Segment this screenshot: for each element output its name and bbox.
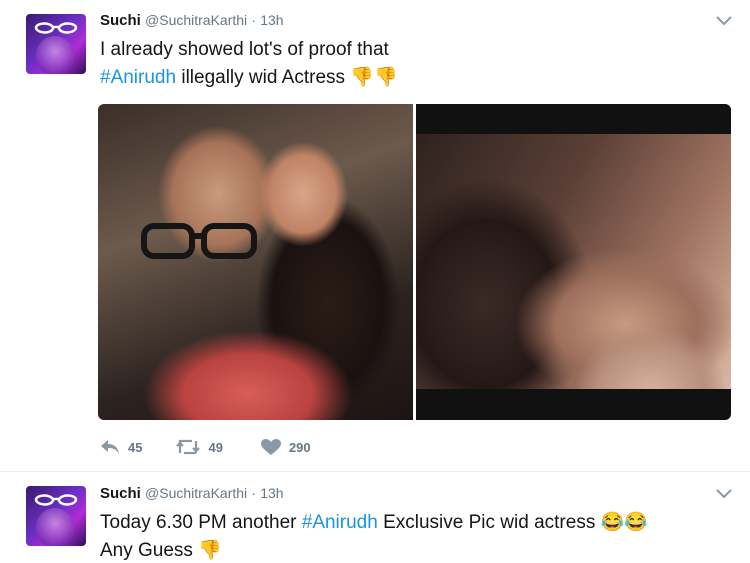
tweet-line-1-start: Today 6.30 PM another xyxy=(100,512,302,534)
tweet-line-2: Any Guess 👎 xyxy=(100,537,648,563)
laughing-emoji: 😂😂 xyxy=(600,512,648,533)
tweet-line-1: Today 6.30 PM another #Anirudh Exclusive… xyxy=(100,509,648,537)
timestamp[interactable]: 13h xyxy=(260,485,283,501)
avatar-face xyxy=(36,36,74,74)
user-handle[interactable]: @SuchitraKarthi xyxy=(145,12,247,28)
hashtag-link[interactable]: #Anirudh xyxy=(302,512,378,533)
tweet-header: Suchi @SuchitraKarthi · 13h xyxy=(100,12,284,32)
reply-icon xyxy=(101,440,119,454)
tweet[interactable]: Suchi @SuchitraKarthi · 13h I already sh… xyxy=(0,0,750,472)
heart-icon xyxy=(260,438,281,455)
retweet-count: 49 xyxy=(208,439,223,455)
timestamp[interactable]: 13h xyxy=(260,12,283,28)
separator: · xyxy=(251,485,257,501)
reply-button[interactable]: 45 xyxy=(100,439,142,455)
tweet-actions: 45 49 290 xyxy=(100,437,345,457)
thumbs-down-emoji: 👎👎 xyxy=(350,67,398,88)
chevron-down-icon[interactable] xyxy=(716,489,732,499)
like-button[interactable]: 290 xyxy=(260,438,311,456)
media-grid xyxy=(98,104,731,420)
retweet-button[interactable]: 49 xyxy=(176,439,223,455)
glasses-icon xyxy=(34,22,78,34)
hashtag-link[interactable]: #Anirudh xyxy=(100,67,176,88)
separator: · xyxy=(251,12,257,28)
tweet-line-1-rest: Exclusive Pic wid actress xyxy=(377,512,601,534)
display-name[interactable]: Suchi xyxy=(100,485,141,502)
tweet[interactable]: Suchi @SuchitraKarthi · 13h Today 6.30 P… xyxy=(0,473,750,563)
reply-count: 45 xyxy=(128,439,143,455)
tweet-line-2: #Anirudh illegally wid Actress 👎👎 xyxy=(100,64,398,92)
tweet-text: I already showed lot's of proof that #An… xyxy=(100,36,398,92)
avatar-face xyxy=(36,508,74,546)
avatar[interactable] xyxy=(26,486,86,546)
tweet-line-1: I already showed lot's of proof that xyxy=(100,39,389,60)
user-handle[interactable]: @SuchitraKarthi xyxy=(145,485,247,501)
photo-glasses-shape xyxy=(141,223,257,259)
tweet-line-2-text: illegally wid Actress xyxy=(176,67,346,89)
thumbs-down-emoji: 👎 xyxy=(198,540,222,562)
tweet-text: Today 6.30 PM another #Anirudh Exclusive… xyxy=(100,509,648,563)
display-name[interactable]: Suchi xyxy=(100,12,141,29)
like-count: 290 xyxy=(288,439,311,455)
glasses-icon xyxy=(34,494,78,506)
avatar[interactable] xyxy=(26,14,86,74)
chevron-down-icon[interactable] xyxy=(716,16,732,26)
photo-right[interactable] xyxy=(416,104,731,420)
tweet-line-2-text: Any Guess xyxy=(100,540,193,562)
tweet-header: Suchi @SuchitraKarthi · 13h xyxy=(100,485,284,505)
photo-left[interactable] xyxy=(98,104,413,420)
retweet-icon xyxy=(176,439,201,455)
